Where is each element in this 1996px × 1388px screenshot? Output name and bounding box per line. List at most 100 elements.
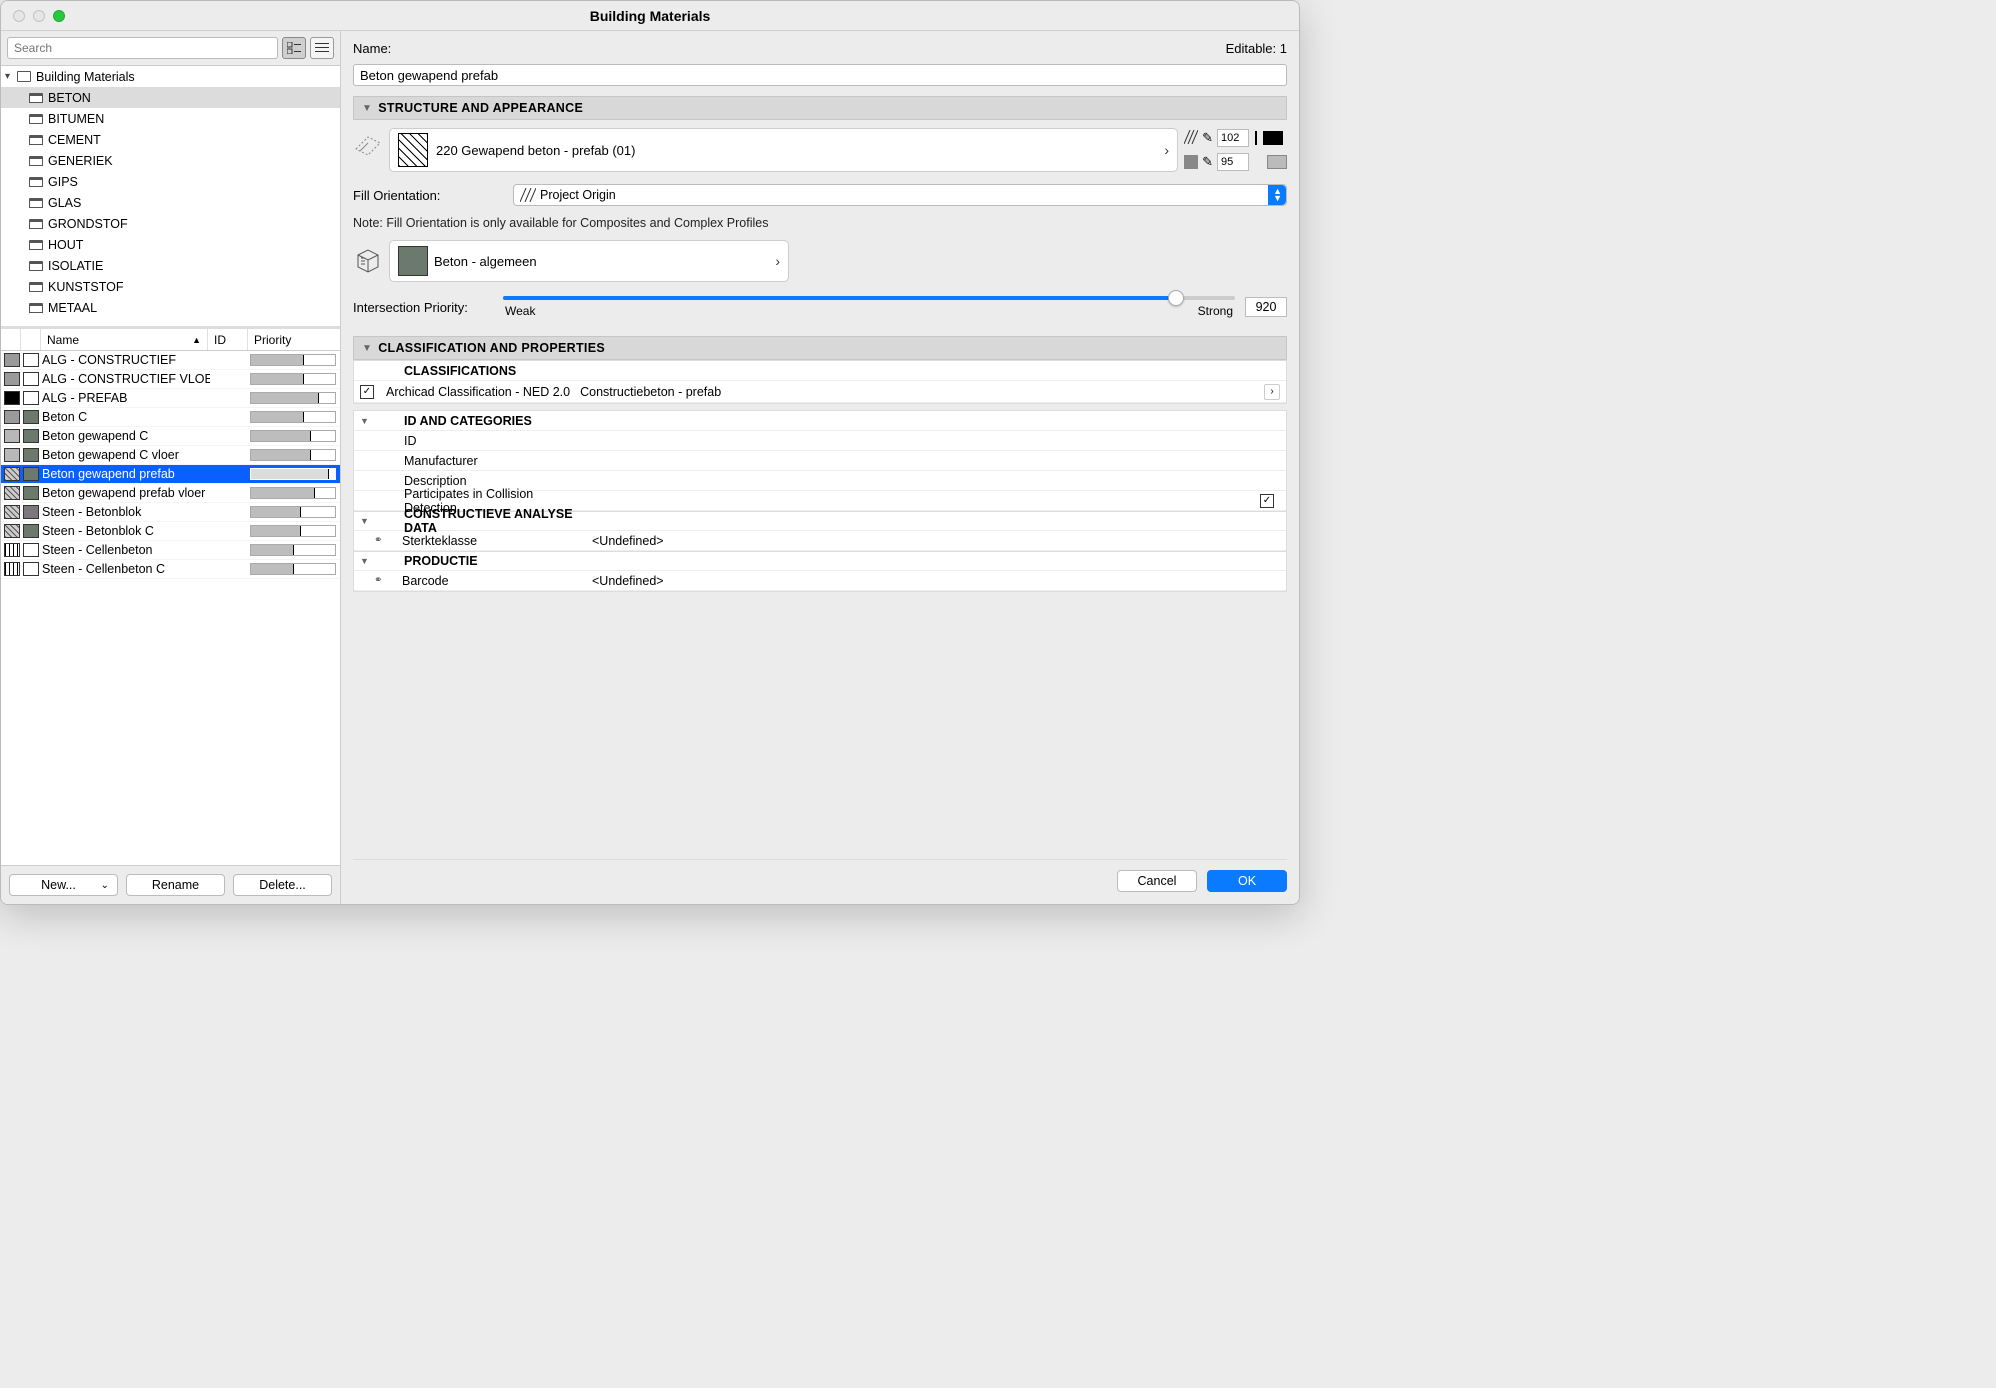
swatch-icon xyxy=(4,467,20,481)
table-row[interactable]: Steen - Betonblok C xyxy=(1,522,340,541)
fill-selector[interactable]: 220 Gewapend beton - prefab (01) › xyxy=(389,128,1178,172)
classification-checkbox[interactable]: ✓ xyxy=(360,385,374,399)
tree-folder[interactable]: KUNSTSTOF xyxy=(1,276,340,297)
surface-color-swatch xyxy=(398,246,428,276)
fill-orientation-note: Note: Fill Orientation is only available… xyxy=(353,216,1287,230)
table-row[interactable]: Beton gewapend prefab xyxy=(1,465,340,484)
priority-weak-label: Weak xyxy=(505,304,535,318)
tree-folder[interactable]: BETON xyxy=(1,87,340,108)
fill-orientation-select[interactable]: Project Origin ▲▼ xyxy=(513,184,1287,206)
table-row[interactable]: Beton gewapend prefab vloer xyxy=(1,484,340,503)
property-row[interactable]: ⚭ Sterkteklasse <Undefined> xyxy=(354,531,1286,551)
column-priority[interactable]: Priority xyxy=(248,329,340,350)
folder-label: KUNSTSTOF xyxy=(48,280,123,294)
folder-label: HOUT xyxy=(48,238,83,252)
editable-count: Editable: 1 xyxy=(1226,41,1287,56)
cancel-button[interactable]: Cancel xyxy=(1117,870,1197,892)
row-name: ALG - PREFAB xyxy=(39,391,210,405)
swatch-icon xyxy=(23,448,39,462)
fg-pen-input[interactable] xyxy=(1217,129,1249,147)
cut-fill-icon xyxy=(353,128,383,158)
classification-nav-button[interactable]: › xyxy=(1264,384,1280,400)
bg-color-swatch[interactable] xyxy=(1267,155,1287,169)
section-classification-header[interactable]: ▼ CLASSIFICATION AND PROPERTIES xyxy=(353,336,1287,360)
table-row[interactable]: Beton gewapend C xyxy=(1,427,340,446)
row-name: Steen - Cellenbeton C xyxy=(39,562,210,576)
search-input[interactable] xyxy=(7,37,278,59)
surface-name: Beton - algemeen xyxy=(434,254,537,269)
folder-label: BITUMEN xyxy=(48,112,104,126)
property-row[interactable]: Manufacturer xyxy=(354,451,1286,471)
tree-folder[interactable]: HOUT xyxy=(1,234,340,255)
row-name: Beton gewapend C xyxy=(39,429,210,443)
priority-bar xyxy=(250,354,336,366)
table-row[interactable]: ALG - CONSTRUCTIEF VLOER xyxy=(1,370,340,389)
swatch-icon xyxy=(23,429,39,443)
new-button[interactable]: New... xyxy=(9,874,118,896)
rename-button[interactable]: Rename xyxy=(126,874,225,896)
folder-label: GIPS xyxy=(48,175,78,189)
classification-row[interactable]: ✓ Archicad Classification - NED 2.0 Cons… xyxy=(354,381,1286,403)
property-row[interactable]: ID xyxy=(354,431,1286,451)
tree-folder[interactable]: CEMENT xyxy=(1,129,340,150)
priority-input[interactable] xyxy=(1245,297,1287,317)
folder-icon xyxy=(29,303,43,313)
property-row[interactable]: ⚭ Barcode <Undefined> xyxy=(354,571,1286,591)
tree-root[interactable]: ▾ Building Materials xyxy=(1,66,340,87)
tree-folder[interactable]: BITUMEN xyxy=(1,108,340,129)
folder-icon xyxy=(29,177,43,187)
folder-tree[interactable]: ▾ Building Materials BETON BITUMEN CEMENT G… xyxy=(1,66,340,329)
tree-folder[interactable]: GLAS xyxy=(1,192,340,213)
priority-slider[interactable] xyxy=(503,296,1235,300)
view-list-button[interactable] xyxy=(310,37,334,59)
row-name: Steen - Cellenbeton xyxy=(39,543,210,557)
swatch-icon xyxy=(23,543,39,557)
priority-bar xyxy=(250,430,336,442)
tree-folder[interactable]: GIPS xyxy=(1,171,340,192)
swatch-icon xyxy=(4,353,20,367)
folder-icon xyxy=(29,93,43,103)
folder-label: METAAL xyxy=(48,301,97,315)
priority-strong-label: Strong xyxy=(1198,304,1233,318)
constructieve-header: CONSTRUCTIEVE ANALYSE DATA xyxy=(374,507,574,535)
fg-color-swatch[interactable] xyxy=(1263,131,1283,145)
swatch-icon xyxy=(4,391,20,405)
priority-bar xyxy=(250,373,336,385)
folder-icon xyxy=(29,114,43,124)
collision-checkbox[interactable]: ✓ xyxy=(1260,494,1274,508)
tree-folder[interactable]: GENERIEK xyxy=(1,150,340,171)
folder-icon xyxy=(29,282,43,292)
tree-folder[interactable]: GRONDSTOF xyxy=(1,213,340,234)
table-row[interactable]: Steen - Cellenbeton C xyxy=(1,560,340,579)
ok-button[interactable]: OK xyxy=(1207,870,1287,892)
column-id[interactable]: ID xyxy=(208,329,248,350)
triangle-icon: ▼ xyxy=(362,343,372,354)
fill-name: 220 Gewapend beton - prefab (01) xyxy=(436,143,635,158)
section-structure-header[interactable]: ▼ STRUCTURE AND APPEARANCE xyxy=(353,96,1287,120)
tree-folder[interactable]: ISOLATIE xyxy=(1,255,340,276)
swatch-icon xyxy=(4,543,20,557)
swatch-icon xyxy=(4,429,20,443)
table-row[interactable]: Beton gewapend C vloer xyxy=(1,446,340,465)
bg-pen-input[interactable] xyxy=(1217,153,1249,171)
surface-selector[interactable]: Beton - algemeen › xyxy=(389,240,789,282)
delete-button[interactable]: Delete... xyxy=(233,874,332,896)
table-row[interactable]: ALG - CONSTRUCTIEF xyxy=(1,351,340,370)
link-icon: ⚭ xyxy=(374,575,388,586)
window-title: Building Materials xyxy=(1,8,1299,24)
table-row[interactable]: Steen - Cellenbeton xyxy=(1,541,340,560)
folder-label: GENERIEK xyxy=(48,154,113,168)
materials-table[interactable]: Name▲ ID Priority ALG - CONSTRUCTIEFALG … xyxy=(1,329,340,865)
swatch-icon xyxy=(23,524,39,538)
tree-folder[interactable]: METAAL xyxy=(1,297,340,318)
pen-icon: ✎ xyxy=(1202,130,1213,146)
view-tree-button[interactable] xyxy=(282,37,306,59)
table-row[interactable]: Beton C xyxy=(1,408,340,427)
material-name-input[interactable] xyxy=(353,64,1287,86)
folder-icon xyxy=(29,198,43,208)
table-row[interactable]: ALG - PREFAB xyxy=(1,389,340,408)
table-row[interactable]: Steen - Betonblok xyxy=(1,503,340,522)
chevron-right-icon: › xyxy=(1164,142,1169,158)
swatch-icon xyxy=(4,448,20,462)
column-name[interactable]: Name▲ xyxy=(41,329,208,350)
